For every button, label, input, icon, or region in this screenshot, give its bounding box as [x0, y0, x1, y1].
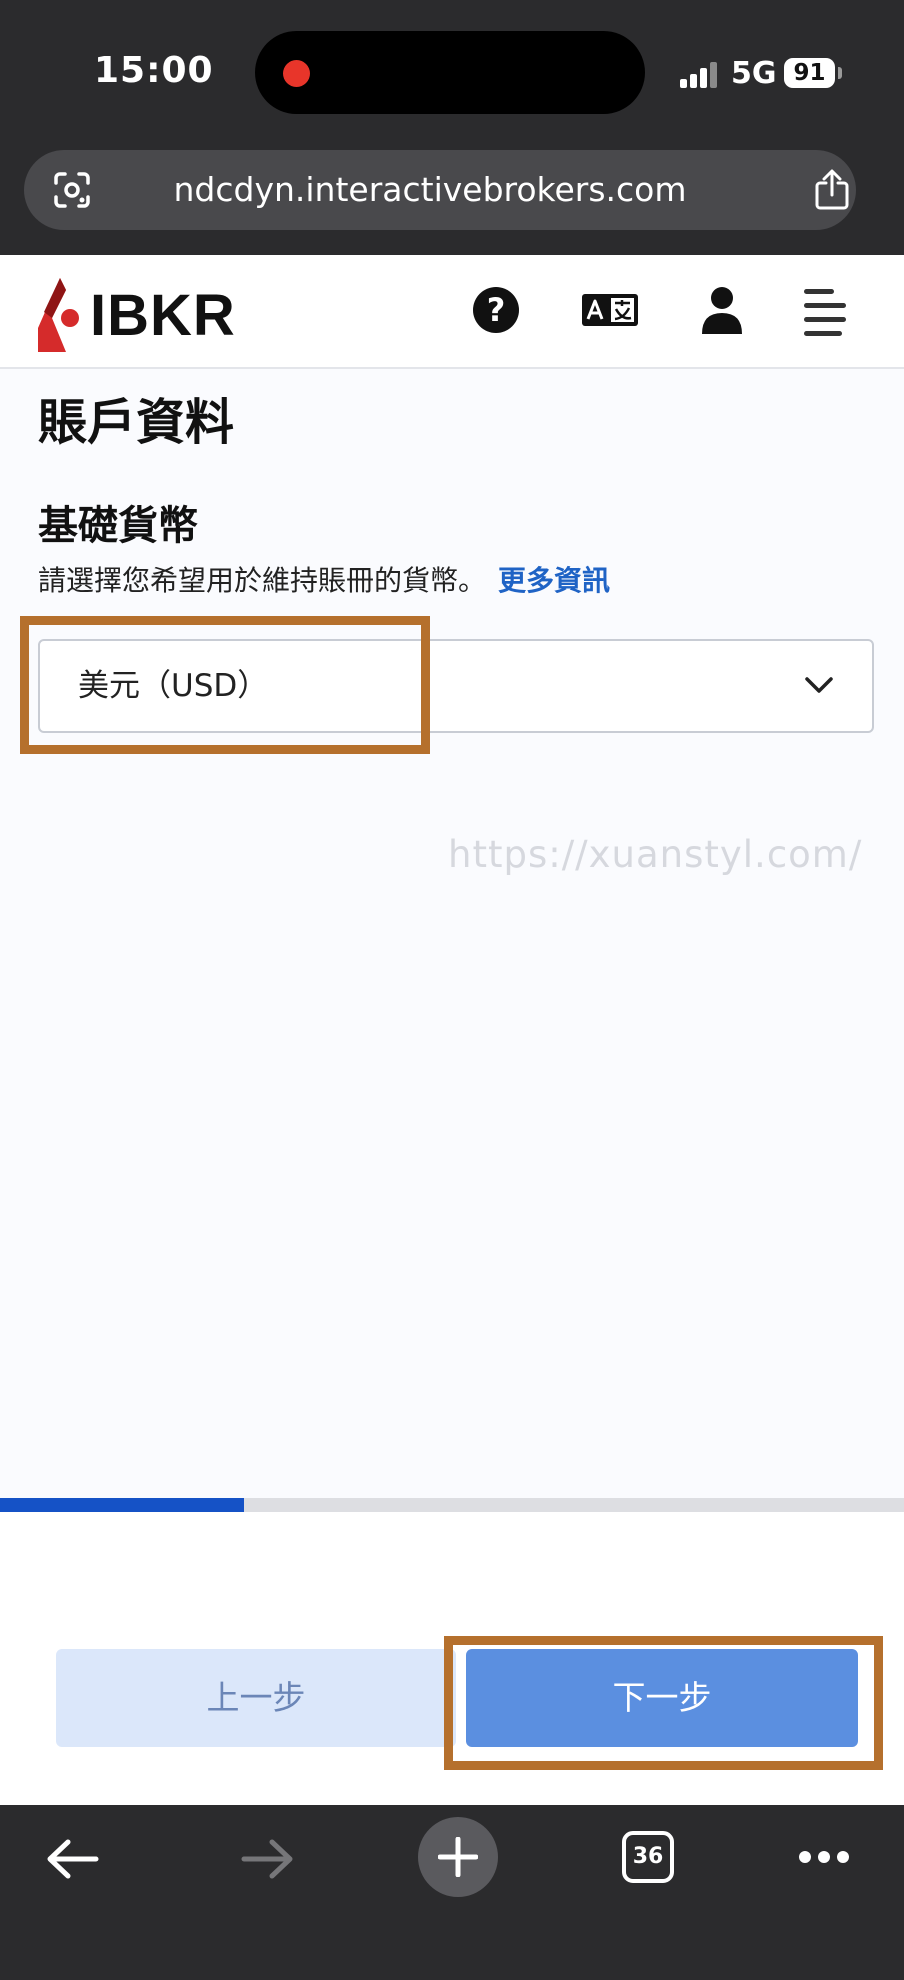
section-title: 基礎貨幣: [38, 503, 198, 549]
address-bar[interactable]: ndcdyn.interactivebrokers.com: [24, 150, 856, 230]
browser-toolbar: 36: [0, 1805, 904, 1980]
watermark-text: https://xuanstyl.com/: [448, 833, 863, 876]
share-icon[interactable]: [814, 169, 850, 211]
user-icon[interactable]: [701, 285, 743, 335]
recording-indicator-icon: [283, 60, 310, 87]
plus-icon: [438, 1837, 478, 1877]
prev-button[interactable]: 上一步: [56, 1649, 456, 1747]
tabs-icon[interactable]: 36: [622, 1831, 674, 1883]
logo-text: IBKR: [90, 282, 236, 348]
google-lens-icon[interactable]: [52, 170, 92, 210]
dynamic-island: [255, 31, 645, 114]
help-icon[interactable]: ?: [473, 287, 519, 333]
more-info-link[interactable]: 更多資訊: [498, 564, 610, 597]
ibkr-logo-mark-icon: [38, 278, 79, 352]
progress-bar-fill: [0, 1498, 245, 1512]
chevron-down-icon: [805, 677, 833, 693]
signal-strength-icon: [680, 62, 720, 88]
battery-icon: 91: [784, 58, 835, 88]
back-arrow-icon[interactable]: [46, 1839, 100, 1879]
more-icon[interactable]: [798, 1850, 850, 1864]
web-page: IBKR ? 賬戶資料 基礎貨幣 請選擇您希望用於維持賬冊的貨幣。 更多資訊 美元…: [0, 255, 904, 1805]
section-description: 請選擇您希望用於維持賬冊的貨幣。 更多資訊: [38, 559, 610, 599]
battery-tip: [838, 67, 842, 79]
next-button-highlight-box: [444, 1636, 883, 1770]
network-type: 5G: [731, 56, 777, 91]
forward-arrow-icon[interactable]: [240, 1839, 294, 1879]
status-time: 15:00: [94, 50, 214, 91]
progress-bar: [0, 1498, 904, 1512]
page-title: 賬戶資料: [38, 394, 235, 451]
currency-highlight-box: [20, 616, 430, 754]
url-text[interactable]: ndcdyn.interactivebrokers.com: [124, 150, 736, 230]
section-description-text: 請選擇您希望用於維持賬冊的貨幣。: [38, 564, 487, 597]
ibkr-logo[interactable]: IBKR: [38, 275, 236, 355]
menu-icon[interactable]: [804, 289, 846, 336]
status-bar: 15:00 5G 91: [0, 0, 904, 140]
language-icon[interactable]: [582, 294, 638, 326]
site-header: IBKR ?: [0, 255, 904, 369]
new-tab-button[interactable]: [418, 1817, 498, 1897]
